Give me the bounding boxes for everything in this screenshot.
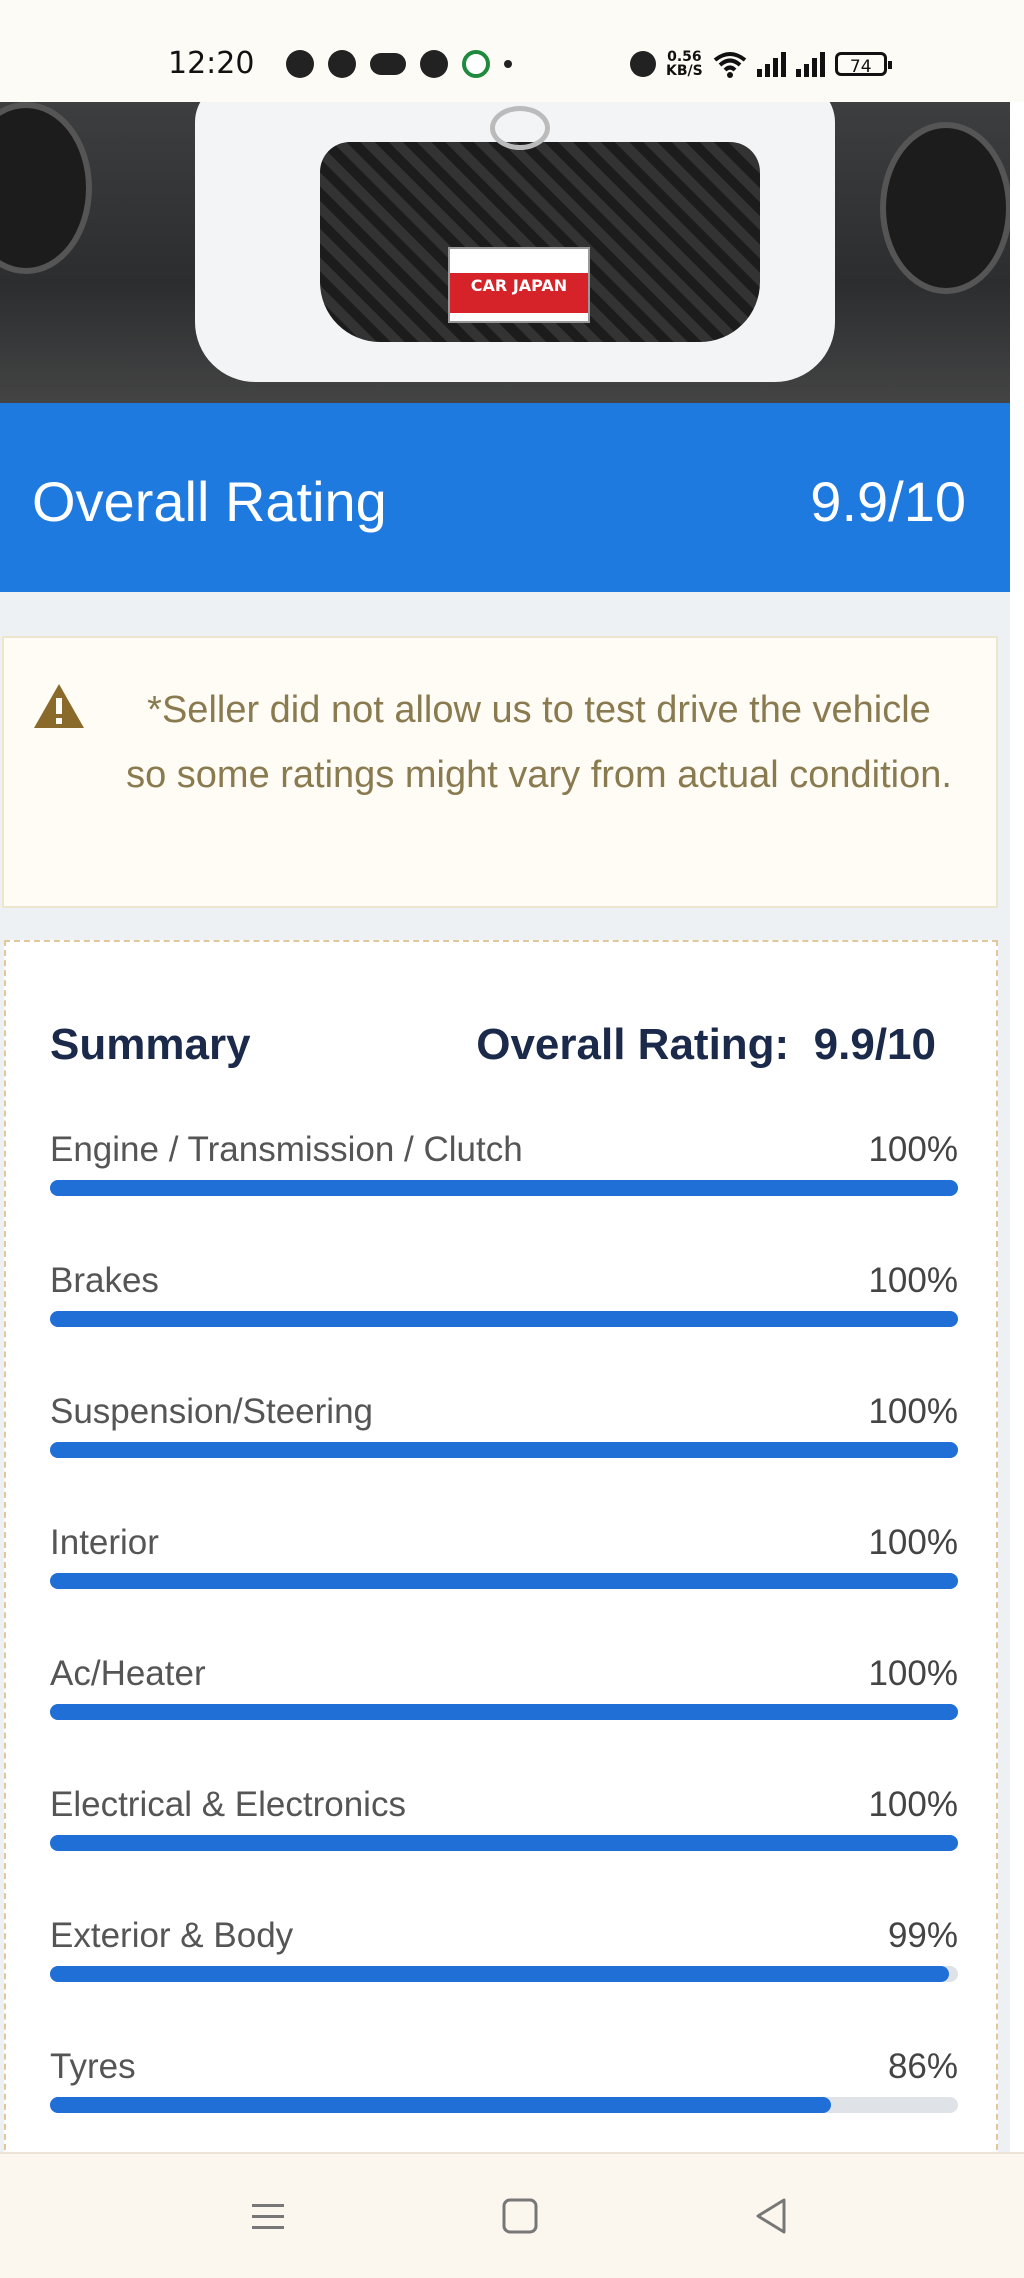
rating-progress-track [50,1966,958,1982]
rating-item-percent: 100% [868,1130,958,1169]
plate-top [450,249,588,273]
app-notification-icon [286,50,314,78]
rating-item-label: Ac/Heater [50,1654,206,1693]
rating-progress-track [50,1573,958,1589]
rating-progress-track [50,1704,958,1720]
overall-rating-banner: Overall Rating 9.9/10 [0,403,1010,592]
photo-wheel-right [880,122,1010,294]
rating-progress-fill [50,1442,958,1458]
rating-progress-track [50,1180,958,1196]
notification-icons [286,50,512,78]
rating-item-label: Suspension/Steering [50,1392,373,1431]
rating-progress-fill [50,1180,958,1196]
status-bar: 12:20 0.56 KB/S 74 [0,0,1024,102]
rating-item-percent: 100% [868,1392,958,1431]
rating-progress-fill [50,1704,958,1720]
app-notification-icon [420,50,448,78]
rating-item-percent: 86% [887,2047,958,2086]
summary-overall-label: Overall Rating: [476,1020,790,1069]
rating-progress-fill [50,1966,949,1982]
system-navigation-bar [0,2152,1024,2278]
rating-item-interior: Interior 100% [50,1523,958,1603]
alarm-icon [630,51,656,77]
rating-item-percent: 100% [868,1654,958,1693]
rating-progress-track [50,2097,958,2113]
rating-progress-track [50,1835,958,1851]
dealer-plate: CAR JAPAN [448,247,590,323]
menu-icon[interactable] [248,2196,288,2236]
rating-item-label: Tyres [50,2047,136,2086]
battery-level: 74 [849,57,872,77]
network-speed: 0.56 KB/S [666,49,703,79]
vehicle-photo[interactable]: CAR JAPAN [0,102,1010,403]
battery-icon: 74 [834,52,892,77]
rating-item-percent: 100% [868,1785,958,1824]
home-icon[interactable] [500,2196,540,2236]
rating-item-percent: 100% [868,1523,958,1562]
rating-item-percent: 99% [887,1916,958,1955]
warning-text: *Seller did not allow us to test drive t… [126,689,952,796]
rating-progress-fill [50,2097,831,2113]
rating-item-label: Engine / Transmission / Clutch [50,1130,523,1169]
car-brand-logo [490,106,550,150]
rating-item-exterior: Exterior & Body 99% [50,1916,958,1996]
rating-item-label: Exterior & Body [50,1916,294,1955]
rating-item-electrical: Electrical & Electronics 100% [50,1785,958,1865]
signal-icon [795,51,825,77]
summary-title: Summary [50,1020,251,1069]
summary-card: Summary Overall Rating: 9.9/10 Engine / … [4,940,998,2160]
status-time: 12:20 [168,46,255,81]
rating-item-engine: Engine / Transmission / Clutch 100% [50,1130,958,1210]
rating-item-label: Electrical & Electronics [50,1785,406,1824]
photo-wheel-left [0,102,92,274]
rating-item-tyres: Tyres 86% [50,2047,958,2127]
rating-item-ac-heater: Ac/Heater 100% [50,1654,958,1734]
plate-text: CAR JAPAN [450,273,588,299]
back-icon[interactable] [752,2196,792,2236]
rating-item-brakes: Brakes 100% [50,1261,958,1341]
more-notifications-dot-icon [504,60,512,68]
wifi-icon [713,52,746,78]
rating-item-label: Interior [50,1523,159,1562]
test-drive-warning: *Seller did not allow us to test drive t… [2,636,998,908]
rating-item-label: Brakes [50,1261,159,1300]
plate-strip [450,299,588,313]
system-icons: 0.56 KB/S 74 [630,49,892,79]
cloud-icon [370,53,406,75]
overall-rating-label: Overall Rating [32,470,387,533]
app-notification-icon [462,50,490,78]
warning-icon [34,684,84,728]
rating-progress-fill [50,1573,958,1589]
rating-item-percent: 100% [868,1261,958,1300]
signal-icon [756,51,786,77]
app-notification-icon [328,50,356,78]
overall-rating-value: 9.9/10 [810,470,966,533]
summary-overall-rating: Overall Rating: 9.9/10 [476,1020,936,1070]
rating-progress-track [50,1311,958,1327]
rating-progress-fill [50,1311,958,1327]
summary-overall-value: 9.9/10 [813,1020,936,1069]
rating-progress-fill [50,1835,958,1851]
rating-progress-track [50,1442,958,1458]
rating-item-suspension: Suspension/Steering 100% [50,1392,958,1472]
